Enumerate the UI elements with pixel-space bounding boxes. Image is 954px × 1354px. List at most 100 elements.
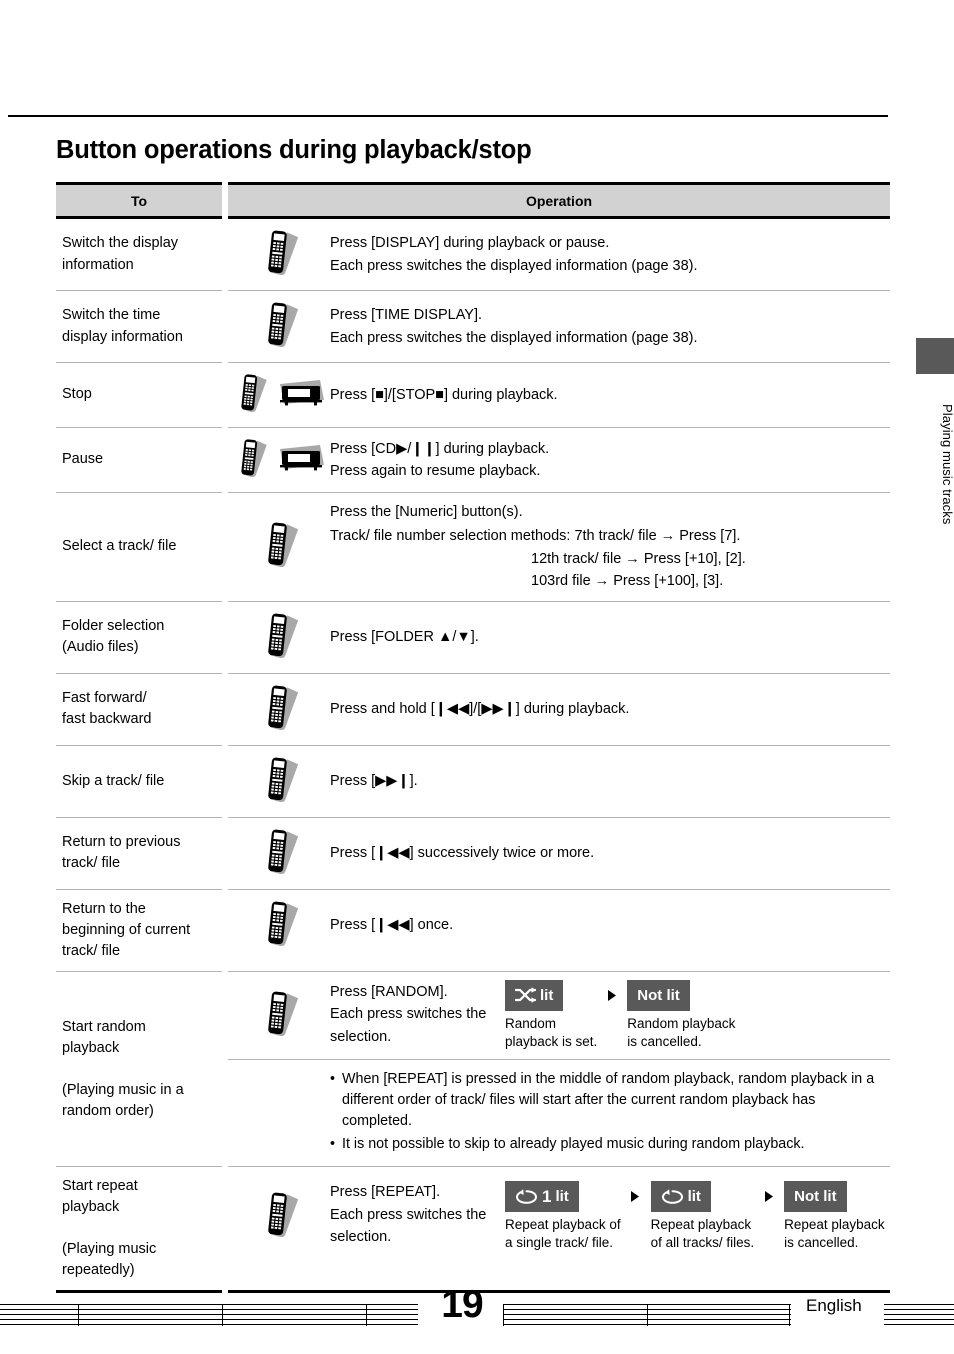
row-label: Switch the time display information [56,290,222,363]
page-number: 19 [441,1283,483,1326]
row-label: Fast forward/fast backward [56,673,222,746]
state-badge: 1 lit [505,1181,579,1213]
note-item: • It is not possible to skip to already p… [330,1134,880,1155]
remote-control-icon [256,227,302,282]
track-selection-methods: Track/ file number selection methods: 7t… [330,525,886,592]
operation-icons [228,1189,330,1244]
table-row: Stop Press [■]/[STOP■] during playback. [56,362,890,428]
row-label: Folder selection (Audio files) [56,601,222,674]
staff-decoration-right [884,1304,954,1326]
row-operation: Press [DISPLAY] during playback or pause… [228,217,890,291]
methods-label-row: Track/ file number selection methods: 7t… [330,528,741,545]
table-row: Fast forward/fast backward Press and hol… [56,673,890,746]
note-text: It is not possible to skip to already pl… [342,1135,805,1152]
remote-control-icon [256,826,302,881]
operation-icons [228,227,330,282]
state-caption: Random playback is set. [505,1015,598,1050]
row-operation: Press [TIME DISPLAY]. Each press switches… [228,290,890,363]
operation-line: Press again to resume playback. [330,463,541,479]
operation-text: Press and hold [❙◀◀]/[▶▶❙] during playba… [330,698,886,720]
operation-line: selection. [330,1028,392,1045]
table-row: Return to previous track/ file Press [❙◀◀… [56,817,890,890]
random-notes: • When [REPEAT] is pressed in the middle … [330,1060,890,1166]
remote-control-icon [256,610,302,665]
operation-text: Press [TIME DISPLAY]. Each press switches… [330,304,886,349]
operation-icons [228,754,330,809]
bullet-icon: • [330,1135,336,1152]
table-row: Return to the beginning of current track/ … [56,889,890,972]
remote-control-icon [256,898,302,953]
row-operation: Press the [Numeric] button(s). Track/ fil… [228,492,890,602]
operation-text: Press [❙◀◀] successively twice or more. [330,842,886,864]
table-row: Skip a track/ file Press [▶▶❙]. [56,745,890,818]
methods-item: 103rd file → Press [+100], [3]. [531,573,724,590]
state-badge: Not lit [784,1181,847,1213]
methods-item: 12th track/ file → Press [+10], [2]. [531,550,746,567]
staff-decoration-left [0,1304,418,1326]
remote-control-icon [256,682,302,737]
note-text: When [REPEAT] is pressed in the middle o… [342,1071,875,1129]
state-caption: Repeat playback of all tracks/ files. [650,1217,755,1251]
operation-text: Press [CD▶/❙❙] during playback. Press aga… [330,438,886,483]
operation-line: Press [■]/[STOP■] during playback. [330,386,558,403]
row-operation: Press [FOLDER ▲/▼]. [228,601,890,674]
repeat-icon [515,1188,538,1205]
state-caption: Repeat playback of a single track/ file. [505,1217,621,1251]
operation-text: Press [FOLDER ▲/▼]. [330,626,886,648]
row-operation: Press [❙◀◀] once. [228,889,890,972]
remote-control-icon [231,371,270,419]
state-badge: Not lit [627,979,690,1011]
operation-icons [228,826,330,881]
remote-control-icon [256,988,302,1043]
remote-control-icon [256,299,302,354]
column-header-operation: Operation [228,182,890,219]
table-row: Folder selection (Audio files) Press [FOL… [56,601,890,674]
flow-arrow-icon [621,1181,651,1212]
row-operation: Press [❙◀◀] successively twice or more. [228,817,890,890]
table-row: Select a track/ file Press the [Numeric]… [56,492,890,602]
state-badge-label: lit [687,1188,701,1206]
operation-line: Press [DISPLAY] during playback or pause… [330,235,610,252]
stereo-system-icon [274,373,328,418]
operation-line: Press and hold [❙◀◀]/[▶▶❙] during playba… [330,701,630,718]
operation-line: Press [TIME DISPLAY]. [330,307,483,324]
side-tab-marker [916,338,954,374]
remote-control-icon [256,519,302,574]
state-badge-prefix: 1 [542,1186,552,1206]
stereo-system-icon [274,438,328,483]
operation-icons [228,682,330,737]
note-item: • When [REPEAT] is pressed in the middle … [330,1069,880,1131]
operation-line: Each press switches the [330,1006,487,1023]
operation-line: Press [FOLDER ▲/▼]. [330,629,479,646]
operation-text: Press [❙◀◀] once. [330,914,886,936]
button-operations-table: To Operation Switch the display informati… [56,182,890,1294]
remote-control-icon [256,754,302,809]
bullet-icon: • [330,1071,336,1088]
operation-line: Press [RANDOM]. [330,983,448,1000]
remote-control-icon [231,436,270,484]
row-label: Return to previous track/ file [56,817,222,890]
page-top-rule [8,115,888,117]
row-operation: Press [■]/[STOP■] during playback. [228,362,890,428]
operation-line: Each press switches the displayed inform… [330,329,698,346]
table-row: Switch the time display information Press… [56,290,890,363]
state-indicator: lit Random playback is set. [505,979,598,1051]
state-badge: lit [650,1181,711,1213]
operation-icons [228,610,330,665]
operation-text: Press [RANDOM]. Each press switches the se… [330,980,505,1048]
operation-icons [228,988,330,1043]
remote-control-icon [256,1189,302,1244]
row-label: Pause [56,427,222,493]
operation-line: selection. [330,1229,392,1246]
repeat-state-flow: 1 lit Repeat playback of a single track/ fi… [505,1181,885,1252]
row-operation: Press and hold [❙◀◀]/[▶▶❙] during playba… [228,673,890,746]
operation-text: Press [■]/[STOP■] during playback. [330,384,886,406]
state-indicator: Not lit Repeat playback is cancelled. [784,1181,885,1252]
state-badge: lit [505,979,564,1011]
repeat-icon [661,1188,684,1205]
language-label: English [806,1296,862,1315]
row-label: Select a track/ file [56,492,222,602]
operation-text: Press the [Numeric] button(s). Track/ fil… [330,501,886,593]
state-caption: Random playback is cancelled. [627,1015,736,1050]
operation-icons [228,898,330,953]
